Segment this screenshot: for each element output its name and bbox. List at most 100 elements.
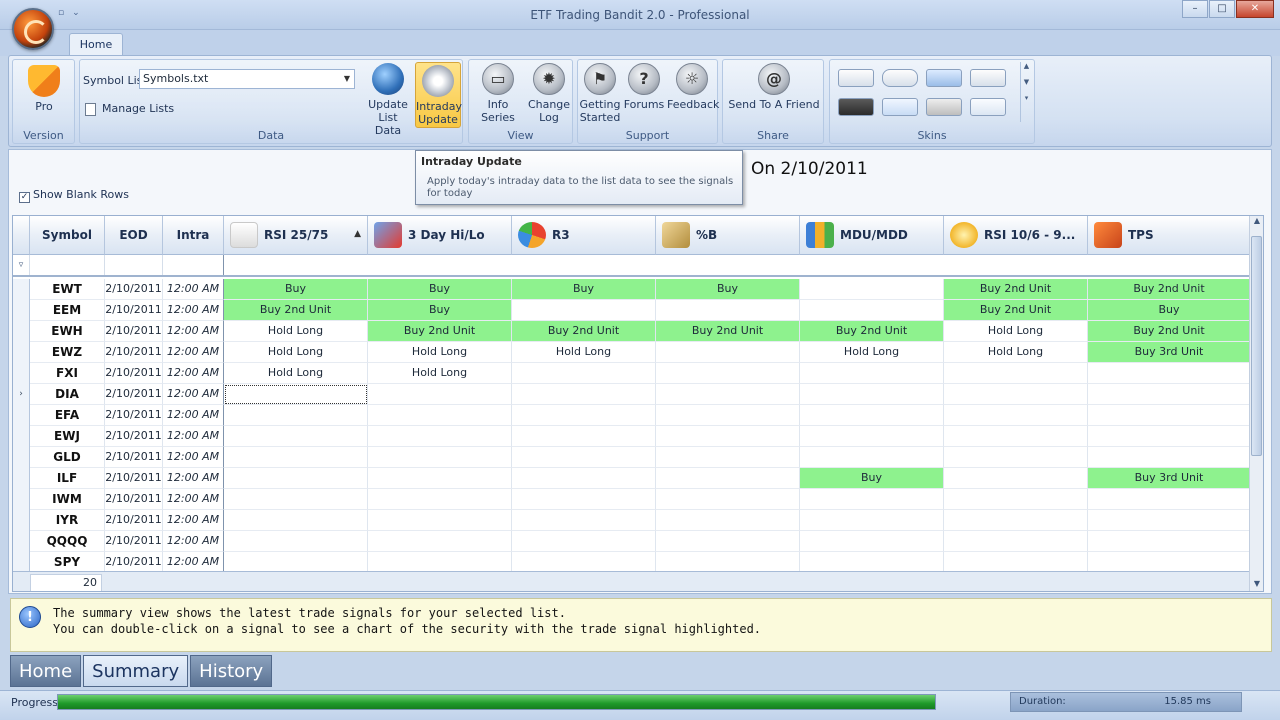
row-selector[interactable] bbox=[13, 300, 30, 321]
col-symbol[interactable]: Symbol bbox=[30, 216, 105, 255]
intra-cell[interactable]: 12:00 AM bbox=[163, 489, 224, 510]
signal-cell[interactable]: Buy 2nd Unit bbox=[800, 321, 944, 342]
info-series-button[interactable]: ▭ Info Series bbox=[471, 63, 525, 124]
symbol-cell[interactable]: DIA bbox=[30, 384, 105, 405]
signal-cell[interactable] bbox=[800, 447, 944, 468]
row-selector[interactable] bbox=[13, 405, 30, 426]
signal-cell[interactable] bbox=[512, 510, 656, 531]
signal-cell[interactable] bbox=[512, 447, 656, 468]
signal-cell[interactable] bbox=[944, 426, 1088, 447]
signal-cell[interactable] bbox=[1088, 531, 1251, 552]
eod-cell[interactable]: 2/10/2011 bbox=[105, 384, 163, 405]
signal-cell[interactable] bbox=[800, 552, 944, 573]
intraday-update-button[interactable]: Intraday Update bbox=[415, 62, 462, 128]
table-row[interactable]: EFA 2/10/2011 12:00 AM bbox=[13, 405, 1263, 426]
signal-cell[interactable] bbox=[800, 405, 944, 426]
filter-cell-eod[interactable] bbox=[105, 255, 163, 275]
table-row[interactable]: QQQQ 2/10/2011 12:00 AM bbox=[13, 531, 1263, 552]
scroll-down-icon[interactable]: ▼ bbox=[1250, 579, 1263, 591]
col-r3[interactable]: R3 bbox=[512, 216, 656, 255]
signal-cell[interactable] bbox=[944, 447, 1088, 468]
signal-cell[interactable] bbox=[368, 426, 512, 447]
signal-cell[interactable] bbox=[224, 426, 368, 447]
symbol-cell[interactable]: FXI bbox=[30, 363, 105, 384]
signal-cell[interactable] bbox=[368, 447, 512, 468]
signal-cell[interactable] bbox=[656, 552, 800, 573]
signal-cell[interactable]: Buy 3rd Unit bbox=[1088, 468, 1251, 489]
signal-cell[interactable]: Hold Long bbox=[944, 342, 1088, 363]
eod-cell[interactable]: 2/10/2011 bbox=[105, 510, 163, 531]
eod-cell[interactable]: 2/10/2011 bbox=[105, 405, 163, 426]
pro-button[interactable]: Pro bbox=[23, 65, 65, 113]
row-selector[interactable] bbox=[13, 279, 30, 300]
skin-option-sky[interactable] bbox=[882, 98, 918, 116]
tab-home[interactable]: Home bbox=[69, 33, 123, 57]
signal-cell[interactable]: Buy 2nd Unit bbox=[368, 321, 512, 342]
signal-cell[interactable] bbox=[512, 426, 656, 447]
signal-cell[interactable] bbox=[944, 405, 1088, 426]
signal-cell[interactable] bbox=[944, 363, 1088, 384]
nav-summary[interactable]: Summary bbox=[83, 655, 189, 687]
signal-cell[interactable] bbox=[512, 363, 656, 384]
row-selector[interactable] bbox=[13, 342, 30, 363]
intra-cell[interactable]: 12:00 AM bbox=[163, 468, 224, 489]
row-selector[interactable] bbox=[13, 510, 30, 531]
signal-cell[interactable]: Buy bbox=[1088, 300, 1251, 321]
signal-cell[interactable]: Buy 2nd Unit bbox=[944, 300, 1088, 321]
skin-option-gray[interactable] bbox=[926, 98, 962, 116]
signal-cell[interactable]: Buy bbox=[800, 468, 944, 489]
signal-cell[interactable] bbox=[512, 384, 656, 405]
intra-cell[interactable]: 12:00 AM bbox=[163, 321, 224, 342]
symbol-cell[interactable]: GLD bbox=[30, 447, 105, 468]
eod-cell[interactable]: 2/10/2011 bbox=[105, 279, 163, 300]
signal-cell[interactable] bbox=[368, 510, 512, 531]
change-log-button[interactable]: ✹ Change Log bbox=[527, 63, 571, 124]
signal-cell[interactable]: Buy 3rd Unit bbox=[1088, 342, 1251, 363]
col-rsi-25-75[interactable]: RSI 25/75 ▲ bbox=[224, 216, 368, 255]
signal-cell[interactable]: Buy bbox=[224, 279, 368, 300]
signal-cell[interactable] bbox=[1088, 510, 1251, 531]
row-selector[interactable] bbox=[13, 321, 30, 342]
grid-vertical-scrollbar[interactable]: ▲ ▼ bbox=[1249, 216, 1263, 591]
signal-cell[interactable] bbox=[368, 468, 512, 489]
signal-cell[interactable]: Hold Long bbox=[224, 363, 368, 384]
signal-cell[interactable] bbox=[368, 405, 512, 426]
signal-cell[interactable] bbox=[800, 279, 944, 300]
signal-cell[interactable] bbox=[512, 531, 656, 552]
signal-cell[interactable] bbox=[800, 300, 944, 321]
row-selector[interactable] bbox=[13, 447, 30, 468]
signal-cell[interactable]: Hold Long bbox=[224, 321, 368, 342]
signals-grid[interactable]: Symbol EOD Intra RSI 25/75 ▲ 3 Day Hi/Lo… bbox=[12, 215, 1264, 592]
table-row[interactable]: GLD 2/10/2011 12:00 AM bbox=[13, 447, 1263, 468]
filter-row[interactable]: ▿ bbox=[13, 255, 1263, 277]
eod-cell[interactable]: 2/10/2011 bbox=[105, 552, 163, 573]
current-row-indicator-icon[interactable]: › bbox=[13, 384, 30, 405]
skin-option-light[interactable] bbox=[970, 69, 1006, 87]
signal-cell[interactable] bbox=[224, 468, 368, 489]
signal-cell[interactable]: Buy 2nd Unit bbox=[1088, 279, 1251, 300]
symbol-cell[interactable]: EWH bbox=[30, 321, 105, 342]
signal-cell[interactable] bbox=[944, 384, 1088, 405]
intra-cell[interactable]: 12:00 AM bbox=[163, 300, 224, 321]
signal-cell[interactable] bbox=[656, 468, 800, 489]
col-rsi-10-6[interactable]: RSI 10/6 - 9... bbox=[944, 216, 1088, 255]
signal-cell[interactable] bbox=[944, 468, 1088, 489]
eod-cell[interactable]: 2/10/2011 bbox=[105, 426, 163, 447]
col-mdu-mdd[interactable]: MDU/MDD bbox=[800, 216, 944, 255]
maximize-button[interactable]: □ bbox=[1209, 0, 1235, 18]
getting-started-button[interactable]: ⚑ Getting Started bbox=[579, 63, 621, 124]
signal-cell[interactable] bbox=[656, 531, 800, 552]
table-row[interactable]: IWM 2/10/2011 12:00 AM bbox=[13, 489, 1263, 510]
forums-button[interactable]: ? Forums bbox=[623, 63, 665, 111]
signal-cell[interactable] bbox=[512, 468, 656, 489]
signal-cell[interactable]: Hold Long bbox=[944, 321, 1088, 342]
intra-cell[interactable]: 12:00 AM bbox=[163, 552, 224, 573]
signal-cell[interactable] bbox=[224, 510, 368, 531]
table-row[interactable]: EEM 2/10/2011 12:00 AM Buy 2nd Unit Buy Buy 2… bbox=[13, 300, 1263, 321]
signal-cell[interactable]: Hold Long bbox=[368, 363, 512, 384]
signal-cell[interactable]: Buy 2nd Unit bbox=[224, 300, 368, 321]
table-row[interactable]: IYR 2/10/2011 12:00 AM bbox=[13, 510, 1263, 531]
eod-cell[interactable]: 2/10/2011 bbox=[105, 531, 163, 552]
signal-cell[interactable]: Buy 2nd Unit bbox=[944, 279, 1088, 300]
eod-cell[interactable]: 2/10/2011 bbox=[105, 300, 163, 321]
